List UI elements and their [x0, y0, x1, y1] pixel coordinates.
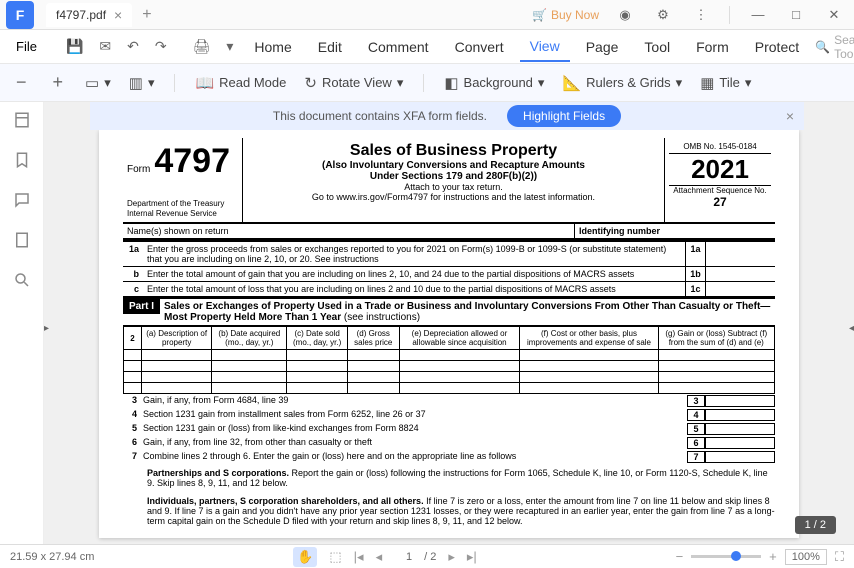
- tab-close-icon[interactable]: ×: [114, 7, 122, 23]
- zoom-slider[interactable]: [691, 555, 761, 558]
- form-line: 5Section 1231 gain or (loss) from like-k…: [123, 422, 775, 436]
- zoom-in-status[interactable]: +: [769, 549, 777, 564]
- search-tools[interactable]: 🔍 Search Tools: [815, 33, 854, 61]
- expand-right-handle[interactable]: ◂: [849, 323, 854, 334]
- menu-convert[interactable]: Convert: [445, 39, 514, 55]
- background-button[interactable]: ◧Background ▾: [444, 74, 544, 92]
- notice-close-icon[interactable]: ×: [786, 108, 794, 124]
- print-dropdown-icon[interactable]: ▾: [221, 38, 238, 55]
- form-line: 4Section 1231 gain from installment sale…: [123, 408, 775, 422]
- menu-home[interactable]: Home: [244, 39, 301, 55]
- buy-now-button[interactable]: 🛒 Buy Now: [532, 8, 599, 22]
- menu-page[interactable]: Page: [576, 39, 629, 55]
- rotate-icon: ↻: [304, 74, 317, 92]
- thumbnails-icon[interactable]: [12, 110, 32, 130]
- read-mode-button[interactable]: 📖Read Mode: [195, 74, 286, 92]
- form-number: 4797: [154, 142, 230, 181]
- table-row[interactable]: [124, 350, 775, 361]
- undo-icon[interactable]: ↶: [122, 38, 144, 55]
- menu-comment[interactable]: Comment: [358, 39, 439, 55]
- highlight-fields-button[interactable]: Highlight Fields: [507, 105, 621, 127]
- zoom-percent[interactable]: 100%: [785, 549, 827, 565]
- notification-icon[interactable]: ◉: [613, 7, 637, 23]
- app-icon[interactable]: F: [6, 1, 34, 29]
- amount-field[interactable]: [705, 395, 775, 407]
- background-icon: ◧: [444, 74, 458, 92]
- titlebar: F f4797.pdf × + 🛒 Buy Now ◉ ⚙ ⋮ — □ ✕: [0, 0, 854, 30]
- save-icon[interactable]: 💾: [61, 38, 88, 55]
- expand-left-handle[interactable]: ▸: [44, 323, 49, 334]
- document-area: This document contains XFA form fields. …: [44, 102, 854, 544]
- amount-field[interactable]: [705, 437, 775, 449]
- menubar: File 💾 ✉ ↶ ↷ 🖨 ▾ Home Edit Comment Conve…: [0, 30, 854, 64]
- field-1a[interactable]: [705, 242, 775, 266]
- part-1-label: Part I: [123, 299, 160, 314]
- notice-text: This document contains XFA form fields.: [273, 109, 487, 123]
- amount-field[interactable]: [705, 451, 775, 463]
- last-page-button[interactable]: ▸|: [467, 549, 477, 565]
- zoom-in-button[interactable]: +: [49, 72, 68, 93]
- page-layout-dropdown[interactable]: ▥▾: [129, 74, 155, 92]
- fullscreen-icon[interactable]: ⛶: [835, 549, 844, 565]
- search-panel-icon[interactable]: [12, 270, 32, 290]
- tile-icon: ▦: [700, 74, 714, 92]
- redo-icon[interactable]: ↷: [150, 38, 172, 55]
- rulers-grids-button[interactable]: 📐Rulers & Grids ▾: [562, 74, 682, 92]
- table-row[interactable]: [124, 372, 775, 383]
- field-1b[interactable]: [705, 267, 775, 281]
- page-total: / 2: [424, 551, 436, 563]
- book-icon: 📖: [195, 74, 214, 92]
- comments-icon[interactable]: [12, 190, 32, 210]
- fit-page-dropdown[interactable]: ▭▾: [85, 74, 111, 92]
- minimize-button[interactable]: —: [746, 7, 770, 22]
- form-line: 6Gain, if any, from line 32, from other …: [123, 436, 775, 450]
- more-icon[interactable]: ⋮: [689, 7, 713, 23]
- next-page-button[interactable]: ▸: [448, 549, 455, 565]
- mail-icon[interactable]: ✉: [94, 38, 116, 55]
- close-button[interactable]: ✕: [822, 7, 846, 23]
- property-table: 2 (a) Description of property (b) Date a…: [123, 326, 775, 394]
- hand-tool-icon[interactable]: ✋: [293, 547, 317, 567]
- print-icon[interactable]: 🖨: [188, 38, 216, 55]
- select-tool-icon[interactable]: ⬚: [329, 549, 341, 565]
- tile-button[interactable]: ▦Tile ▾: [700, 74, 751, 92]
- form-title: Sales of Business Property: [247, 142, 660, 160]
- rotate-view-button[interactable]: ↻Rotate View ▾: [304, 74, 403, 92]
- attachments-icon[interactable]: [12, 230, 32, 250]
- statusbar: 21.59 x 27.94 cm ✋ ⬚ |◂ ◂ 1 / 2 ▸ ▸| − +…: [0, 544, 854, 568]
- amount-field[interactable]: [705, 423, 775, 435]
- form-line: 7Combine lines 2 through 6. Enter the ga…: [123, 450, 775, 464]
- form-line: 3Gain, if any, from Form 4684, line 393: [123, 394, 775, 408]
- bookmarks-icon[interactable]: [12, 150, 32, 170]
- table-row[interactable]: [124, 383, 775, 394]
- menu-form[interactable]: Form: [686, 39, 739, 55]
- table-row[interactable]: [124, 361, 775, 372]
- page-badge: 1 / 2: [795, 516, 836, 534]
- new-tab-button[interactable]: +: [142, 6, 151, 24]
- document-tab[interactable]: f4797.pdf ×: [46, 3, 132, 27]
- file-menu[interactable]: File: [8, 39, 45, 54]
- menu-protect[interactable]: Protect: [745, 39, 809, 55]
- page-number-input[interactable]: 1: [394, 551, 412, 563]
- page-dimensions: 21.59 x 27.94 cm: [10, 551, 94, 563]
- field-1c[interactable]: [705, 282, 775, 296]
- tax-year: 2021: [669, 154, 771, 186]
- maximize-button[interactable]: □: [784, 7, 808, 22]
- xfa-notice-bar: This document contains XFA form fields. …: [90, 102, 804, 130]
- prev-page-button[interactable]: ◂: [376, 549, 383, 565]
- settings-icon[interactable]: ⚙: [651, 7, 675, 23]
- zoom-out-status[interactable]: −: [676, 549, 684, 564]
- tab-title: f4797.pdf: [56, 8, 106, 22]
- zoom-out-button[interactable]: −: [12, 72, 31, 93]
- pdf-page: Form4797 Department of the TreasuryInter…: [99, 130, 799, 538]
- menu-view[interactable]: View: [520, 38, 570, 62]
- view-toolbar: − + ▭▾ ▥▾ 📖Read Mode ↻Rotate View ▾ ◧Bac…: [0, 64, 854, 102]
- left-sidebar: [0, 102, 44, 544]
- document-scroll[interactable]: Form4797 Department of the TreasuryInter…: [44, 130, 854, 544]
- menu-edit[interactable]: Edit: [308, 39, 352, 55]
- menu-tool[interactable]: Tool: [634, 39, 680, 55]
- ruler-icon: 📐: [562, 74, 581, 92]
- amount-field[interactable]: [705, 409, 775, 421]
- first-page-button[interactable]: |◂: [354, 549, 364, 565]
